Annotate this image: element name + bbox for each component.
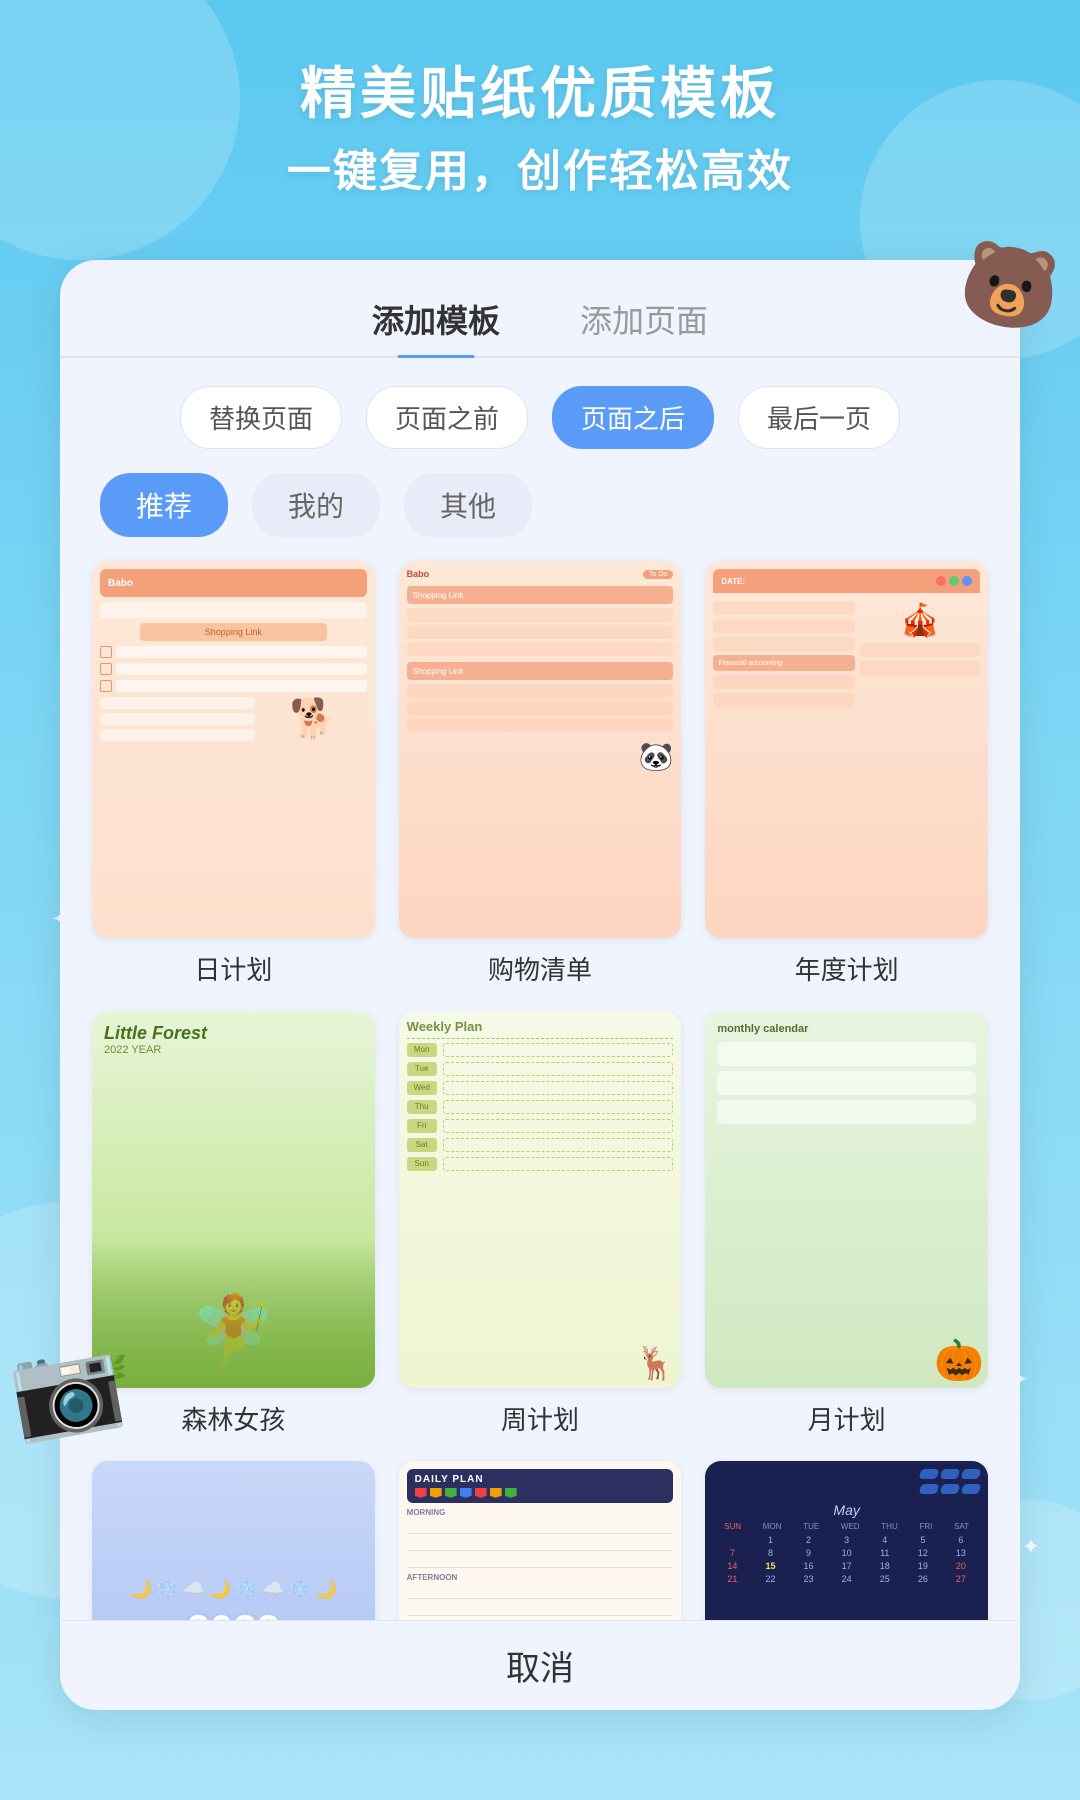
sparkle-icon-4: ✦ [1022,1534,1040,1560]
main-card: 添加模板 添加页面 替换页面 页面之前 页面之后 最后一页 推荐 我的 其他 B… [60,260,1020,1710]
cancel-button-area[interactable]: 取消 [60,1620,1020,1710]
camera-decoration-icon: 📷 [2,1326,131,1449]
pos-btn-replace[interactable]: 替换页面 [180,386,342,449]
template-label-daily-plan: 日计划 [194,950,272,987]
template-label-forest-girl: 森林女孩 [181,1400,285,1437]
bear-decoration-icon: 🐻 [953,232,1067,342]
header-title-line2: 一键复用，创作轻松高效 [0,135,1080,199]
template-thumb-daily-plan: Babo Shopping Link 🐕 [92,561,375,938]
template-cell-weekly-plan[interactable]: Weekly Plan Mon Tue Wed Thu Fri Sat Sun … [399,1011,682,1437]
cat-pill-other[interactable]: 其他 [404,473,532,537]
weekly-plan-text: Weekly Plan [407,1019,674,1039]
template-label-shopping-list: 购物清单 [488,950,592,987]
template-thumb-weekly-plan: Weekly Plan Mon Tue Wed Thu Fri Sat Sun … [399,1011,682,1388]
pos-btn-last[interactable]: 最后一页 [738,386,900,449]
cat-pill-mine[interactable]: 我的 [252,473,380,537]
template-thumb-forest-girl: Little Forest 2022 YEAR 🧚 🌿 [92,1011,375,1388]
template-thumb-monthly-plan: monthly calendar 🎃 [705,1011,988,1388]
cat-pill-recommended[interactable]: 推荐 [100,473,228,537]
cancel-label: 取消 [506,1641,574,1690]
template-thumb-yearly-plan: DATE: Financial accounting [705,561,988,938]
forest-girl-title: Little Forest [104,1023,363,1045]
template-cell-monthly-plan[interactable]: monthly calendar 🎃 月计划 [705,1011,988,1437]
pos-btn-before[interactable]: 页面之前 [366,386,528,449]
tab-add-template[interactable]: 添加模板 [372,296,500,356]
template-thumb-shopping-list: Babo To Do Shopping Link Shopping Link 🐼 [399,561,682,938]
tab-add-page[interactable]: 添加页面 [580,296,708,356]
template-label-monthly-plan: 月计划 [808,1400,886,1437]
header-area: 精美贴纸优质模板 一键复用，创作轻松高效 [0,60,1080,199]
template-cell-yearly-plan[interactable]: DATE: Financial accounting [705,561,988,987]
header-title-line1: 精美贴纸优质模板 [0,60,1080,127]
template-cell-shopping-list[interactable]: Babo To Do Shopping Link Shopping Link 🐼 [399,561,682,987]
template-label-yearly-plan: 年度计划 [795,950,899,987]
position-row: 替换页面 页面之前 页面之后 最后一页 [60,358,1020,449]
category-row: 推荐 我的 其他 [60,449,1020,537]
template-cell-daily-plan[interactable]: Babo Shopping Link 🐕 日计划 [92,561,375,987]
template-label-weekly-plan: 周计划 [501,1400,579,1437]
pos-btn-after[interactable]: 页面之后 [552,386,714,449]
template-cell-forest-girl[interactable]: Little Forest 2022 YEAR 🧚 🌿 森林女孩 [92,1011,375,1437]
template-grid: Babo Shopping Link 🐕 日计划 [60,537,1020,1710]
tabs-row: 添加模板 添加页面 [60,260,1020,358]
